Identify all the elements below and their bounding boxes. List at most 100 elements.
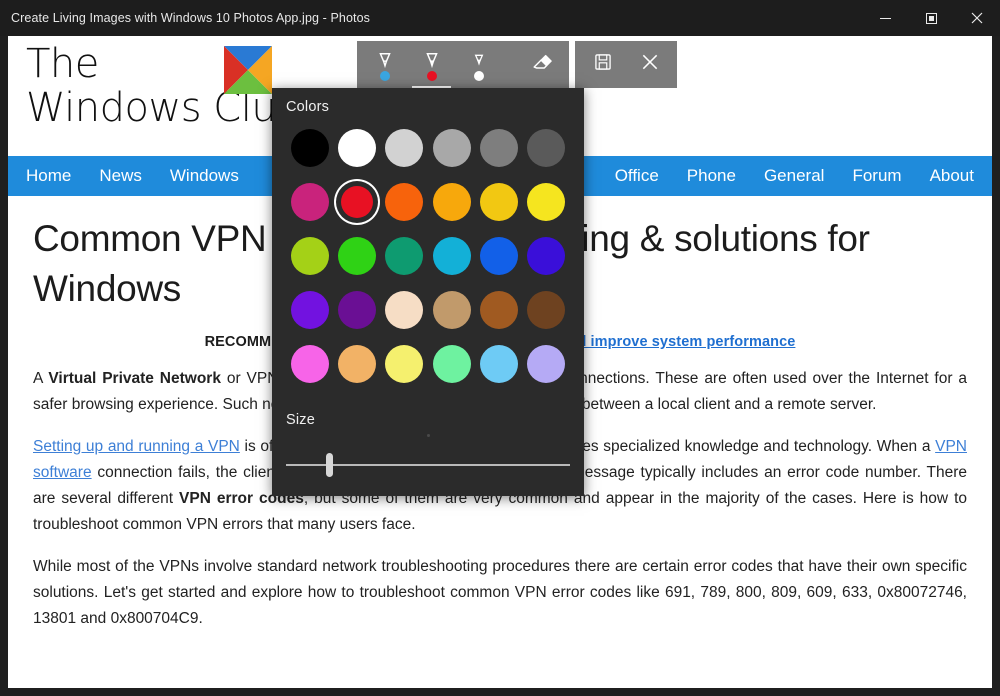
color-swatch-fill <box>290 129 329 167</box>
color-swatch-fill <box>385 291 424 329</box>
nav-item-forum[interactable]: Forum <box>852 166 901 186</box>
color-swatch-fill <box>340 186 373 218</box>
color-swatch-cyan[interactable] <box>429 233 475 279</box>
color-swatch-fill <box>290 345 329 383</box>
ballpoint-pen-button[interactable] <box>361 41 408 88</box>
nav-item-office[interactable]: Office <box>615 166 659 186</box>
close-icon <box>971 12 983 24</box>
pencil-color-dot <box>426 71 437 81</box>
color-swatch-fill <box>527 183 566 221</box>
color-swatch-cream[interactable] <box>381 287 427 333</box>
color-swatch-fill <box>337 129 376 167</box>
size-preview-dot <box>427 434 430 437</box>
nav-right-group: Office Phone General Forum About <box>615 166 974 186</box>
color-swatch-fill <box>385 237 424 275</box>
color-swatch-amber[interactable] <box>429 179 475 225</box>
save-icon <box>593 52 613 77</box>
p2-link-1[interactable]: Setting up and running a VPN <box>33 438 240 455</box>
nav-item-about[interactable]: About <box>930 166 974 186</box>
nav-item-windows[interactable]: Windows <box>170 166 239 186</box>
color-swatch-fill <box>290 291 329 329</box>
window-controls <box>862 0 1000 36</box>
color-swatch-fill <box>385 183 424 221</box>
color-swatch-silver[interactable] <box>429 125 475 171</box>
maximize-button[interactable] <box>908 0 954 36</box>
eraser-icon <box>531 51 553 78</box>
maximize-icon <box>925 12 937 24</box>
color-swatch-yellow[interactable] <box>523 179 569 225</box>
nav-item-news[interactable]: News <box>99 166 142 186</box>
color-swatch-light-green[interactable] <box>429 341 475 387</box>
color-swatch-green[interactable] <box>334 233 380 279</box>
color-swatch-blue[interactable] <box>476 233 522 279</box>
size-label: Size <box>286 412 316 428</box>
color-swatch-grid <box>272 115 584 387</box>
color-swatch-fill <box>432 345 471 383</box>
ink-toolbar <box>357 41 677 89</box>
color-swatch-fill <box>290 237 329 275</box>
color-swatch-fill <box>432 291 471 329</box>
p1-pre: A <box>33 370 49 387</box>
color-swatch-dark-gray[interactable] <box>523 125 569 171</box>
size-slider-thumb[interactable] <box>325 453 333 477</box>
color-swatch-black[interactable] <box>287 125 333 171</box>
color-swatch-fill <box>527 345 566 383</box>
nav-item-phone[interactable]: Phone <box>687 166 736 186</box>
color-swatch-gold[interactable] <box>476 179 522 225</box>
color-swatch-fill <box>432 129 471 167</box>
minimize-button[interactable] <box>862 0 908 36</box>
color-swatch-fill <box>337 291 376 329</box>
color-swatch-fill <box>527 291 566 329</box>
color-swatch-fill <box>385 129 424 167</box>
color-swatch-gray[interactable] <box>476 125 522 171</box>
save-copy-button[interactable] <box>579 41 626 88</box>
window-title: Create Living Images with Windows 10 Pho… <box>11 11 370 25</box>
eraser-button[interactable] <box>518 41 565 88</box>
color-swatch-pink[interactable] <box>287 341 333 387</box>
size-slider[interactable] <box>272 428 584 488</box>
pencil-button[interactable] <box>408 41 455 89</box>
photos-app-window: Create Living Images with Windows 10 Pho… <box>0 0 1000 696</box>
color-swatch-fill <box>479 183 518 221</box>
color-swatch-orange[interactable] <box>381 179 427 225</box>
color-swatch-light-blue[interactable] <box>476 341 522 387</box>
site-logo[interactable]: The Windows Club <box>8 36 302 130</box>
color-swatch-teal[interactable] <box>381 233 427 279</box>
color-swatch-fill <box>479 237 518 275</box>
color-swatch-white[interactable] <box>334 125 380 171</box>
color-swatch-light-orange[interactable] <box>334 341 380 387</box>
ballpoint-pen-color-dot <box>379 71 390 81</box>
calligraphy-pen-color-dot <box>473 71 484 81</box>
color-swatch-fill <box>337 237 376 275</box>
nav-left-group: Home News Windows <box>26 166 239 186</box>
title-bar: Create Living Images with Windows 10 Pho… <box>0 0 1000 36</box>
color-swatch-fill <box>479 345 518 383</box>
ink-actions-group <box>575 41 677 88</box>
color-swatch-purple[interactable] <box>334 287 380 333</box>
nav-item-home[interactable]: Home <box>26 166 71 186</box>
color-swatch-dark-brown[interactable] <box>523 287 569 333</box>
color-swatch-violet[interactable] <box>287 287 333 333</box>
size-section: Size <box>272 401 584 488</box>
color-swatch-light-yellow[interactable] <box>381 341 427 387</box>
color-swatch-red[interactable] <box>334 179 380 225</box>
color-swatch-fill <box>290 183 329 221</box>
color-swatch-lime[interactable] <box>287 233 333 279</box>
colors-label: Colors <box>286 99 330 115</box>
color-swatch-indigo[interactable] <box>523 233 569 279</box>
color-swatch-tan[interactable] <box>429 287 475 333</box>
color-swatch-fill <box>432 237 471 275</box>
nav-item-general[interactable]: General <box>764 166 824 186</box>
windows-club-diamond-icon <box>224 46 272 94</box>
close-inking-button[interactable] <box>626 41 673 88</box>
color-swatch-magenta[interactable] <box>287 179 333 225</box>
article-paragraph-3: While most of the VPNs involve standard … <box>33 558 967 627</box>
color-swatch-fill <box>527 129 566 167</box>
color-swatch-fill <box>479 291 518 329</box>
color-swatch-fill <box>479 129 518 167</box>
close-button[interactable] <box>954 0 1000 36</box>
color-swatch-light-gray[interactable] <box>381 125 427 171</box>
calligraphy-pen-button[interactable] <box>455 41 502 88</box>
color-swatch-lavender[interactable] <box>523 341 569 387</box>
color-swatch-brown[interactable] <box>476 287 522 333</box>
